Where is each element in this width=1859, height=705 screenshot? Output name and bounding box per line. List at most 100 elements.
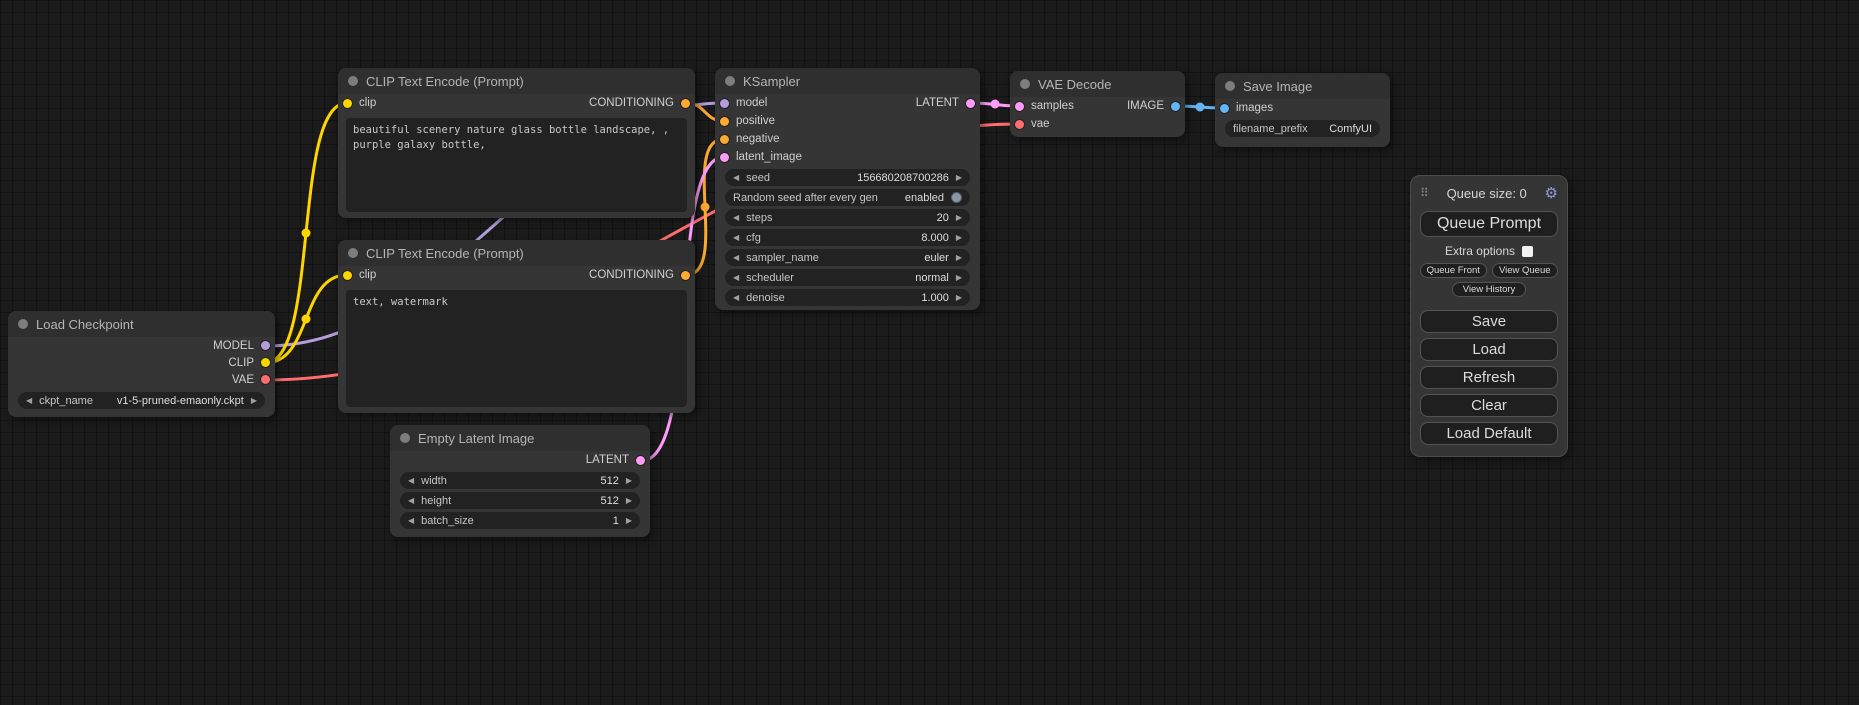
vae-decode-title-bar[interactable]: VAE Decode [1010,71,1185,97]
settings-gear-icon[interactable]: ⚙ [1545,184,1558,202]
conditioning-output-dot[interactable] [681,271,690,280]
save-button[interactable]: Save [1420,310,1558,333]
width-widget[interactable]: ◀ width 512 ▶ [400,472,640,489]
collapse-dot-icon[interactable] [1225,81,1235,91]
increment-icon[interactable]: ▶ [956,274,962,282]
node-clip-text-encode-positive[interactable]: CLIP Text Encode (Prompt) clip CONDITION… [338,68,695,218]
decrement-icon[interactable]: ◀ [733,214,739,222]
toggle-ball-icon[interactable] [951,192,962,203]
positive-prompt-textarea[interactable]: beautiful scenery nature glass bottle la… [346,118,687,212]
decrement-icon[interactable]: ◀ [408,517,414,525]
decrement-icon[interactable]: ◀ [733,174,739,182]
collapse-dot-icon[interactable] [1020,79,1030,89]
node-load-checkpoint[interactable]: Load Checkpoint MODEL CLIP VAE ◀ ckpt_na… [8,311,275,417]
node-save-image[interactable]: Save Image images filename_prefix ComfyU… [1215,73,1390,147]
node-ksampler[interactable]: KSampler model LATENT positive negative … [715,68,980,310]
widget-value: 512 [454,475,619,487]
node-title: CLIP Text Encode (Prompt) [366,246,524,261]
seed-widget[interactable]: ◀ seed 156680208700286 ▶ [725,169,970,186]
collapse-dot-icon[interactable] [348,76,358,86]
menu-drag-handle-icon[interactable]: ⠿ [1420,186,1429,200]
images-input-dot[interactable] [1220,104,1229,113]
random-seed-toggle-widget[interactable]: Random seed after every gen enabled [725,189,970,206]
decrement-icon[interactable]: ◀ [733,254,739,262]
negative-prompt-textarea[interactable]: text, watermark [346,290,687,407]
sampler-name-widget[interactable]: ◀ sampler_name euler ▶ [725,249,970,266]
increment-icon[interactable]: ▶ [956,294,962,302]
collapse-dot-icon[interactable] [18,319,28,329]
increment-icon[interactable]: ▶ [956,174,962,182]
view-history-button[interactable]: View History [1452,282,1526,297]
increment-icon[interactable]: ▶ [251,397,257,405]
collapse-dot-icon[interactable] [400,433,410,443]
increment-icon[interactable]: ▶ [626,477,632,485]
decrement-icon[interactable]: ◀ [408,477,414,485]
widget-label: cfg [746,232,761,244]
decrement-icon[interactable]: ◀ [733,234,739,242]
clip-input-dot[interactable] [343,99,352,108]
output-label-latent: LATENT [916,97,959,109]
widget-label: sampler_name [746,252,819,264]
ksampler-title-bar[interactable]: KSampler [715,68,980,94]
ckpt-name-widget[interactable]: ◀ ckpt_name v1-5-pruned-emaonly.ckpt ▶ [18,392,265,409]
queue-prompt-button[interactable]: Queue Prompt [1420,211,1558,237]
conditioning-output-dot[interactable] [681,99,690,108]
scheduler-widget[interactable]: ◀ scheduler normal ▶ [725,269,970,286]
increment-icon[interactable]: ▶ [626,497,632,505]
latent-output-dot[interactable] [966,99,975,108]
widget-label: ckpt_name [39,395,93,407]
increment-icon[interactable]: ▶ [956,254,962,262]
clear-button[interactable]: Clear [1420,394,1558,417]
decrement-icon[interactable]: ◀ [733,294,739,302]
link-midpoint-dot [991,100,1000,109]
extra-options-checkbox[interactable] [1522,246,1533,257]
decrement-icon[interactable]: ◀ [733,274,739,282]
view-queue-button[interactable]: View Queue [1492,263,1559,278]
clip-positive-title-bar[interactable]: CLIP Text Encode (Prompt) [338,68,695,94]
load-checkpoint-title-bar[interactable]: Load Checkpoint [8,311,275,337]
node-empty-latent-image[interactable]: Empty Latent Image LATENT ◀ width 512 ▶ … [390,425,650,537]
latent-image-input-dot[interactable] [720,153,729,162]
decrement-icon[interactable]: ◀ [26,397,32,405]
samples-input-dot[interactable] [1015,102,1024,111]
denoise-widget[interactable]: ◀ denoise 1.000 ▶ [725,289,970,306]
refresh-button[interactable]: Refresh [1420,366,1558,389]
image-output-dot[interactable] [1171,102,1180,111]
load-default-button[interactable]: Load Default [1420,422,1558,445]
empty-latent-title-bar[interactable]: Empty Latent Image [390,425,650,451]
vae-input-dot[interactable] [1015,120,1024,129]
latent-output-dot[interactable] [636,456,645,465]
widget-value: enabled [885,192,944,204]
node-vae-decode[interactable]: VAE Decode samples IMAGE vae [1010,71,1185,137]
model-input-dot[interactable] [720,99,729,108]
widget-value: 20 [779,212,948,224]
clip-output-dot[interactable] [261,358,270,367]
widget-label: filename_prefix [1233,123,1308,135]
negative-input-dot[interactable] [720,135,729,144]
node-graph-canvas[interactable]: Load Checkpoint MODEL CLIP VAE ◀ ckpt_na… [0,0,1859,705]
height-widget[interactable]: ◀ height 512 ▶ [400,492,640,509]
save-image-title-bar[interactable]: Save Image [1215,73,1390,99]
cfg-widget[interactable]: ◀ cfg 8.000 ▶ [725,229,970,246]
widget-value: euler [826,252,949,264]
decrement-icon[interactable]: ◀ [408,497,414,505]
widget-label: batch_size [421,515,474,527]
increment-icon[interactable]: ▶ [956,234,962,242]
collapse-dot-icon[interactable] [725,76,735,86]
node-clip-text-encode-negative[interactable]: CLIP Text Encode (Prompt) clip CONDITION… [338,240,695,413]
input-label-clip: clip [359,269,376,281]
widget-value: normal [801,272,949,284]
queue-front-button[interactable]: Queue Front [1420,263,1487,278]
increment-icon[interactable]: ▶ [956,214,962,222]
filename-prefix-widget[interactable]: filename_prefix ComfyUI [1225,120,1380,137]
increment-icon[interactable]: ▶ [626,517,632,525]
collapse-dot-icon[interactable] [348,248,358,258]
clip-input-dot[interactable] [343,271,352,280]
batch-size-widget[interactable]: ◀ batch_size 1 ▶ [400,512,640,529]
steps-widget[interactable]: ◀ steps 20 ▶ [725,209,970,226]
positive-input-dot[interactable] [720,117,729,126]
vae-output-dot[interactable] [261,375,270,384]
load-button[interactable]: Load [1420,338,1558,361]
model-output-dot[interactable] [261,341,270,350]
clip-negative-title-bar[interactable]: CLIP Text Encode (Prompt) [338,240,695,266]
